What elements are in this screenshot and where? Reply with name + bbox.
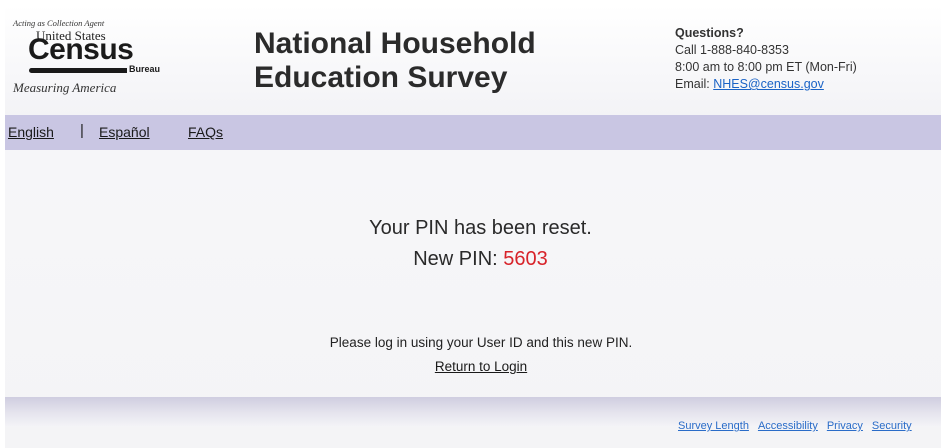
- logo-bureau: Bureau: [129, 64, 161, 74]
- contact-info: Questions? Call 1-888-840-8353 8:00 am t…: [675, 25, 935, 93]
- nav-separator: |: [80, 122, 84, 139]
- footer-privacy-link[interactable]: Privacy: [827, 420, 863, 432]
- page-title: National Household Education Survey: [254, 27, 614, 95]
- return-row: Return to Login: [5, 359, 941, 374]
- title-line-2: Education Survey: [254, 61, 508, 94]
- logo-tagline: Measuring America: [13, 80, 117, 95]
- contact-email-row: Email: NHES@census.gov: [675, 76, 935, 93]
- footer-security-link[interactable]: Security: [872, 420, 912, 432]
- nav-faqs-link[interactable]: FAQs: [188, 124, 223, 140]
- logo-acting-text: Acting as Collection Agent: [13, 18, 105, 28]
- questions-heading: Questions?: [675, 26, 744, 40]
- email-label: Email:: [675, 77, 714, 91]
- new-pin-value: 5603: [503, 248, 548, 270]
- reset-message: Your PIN has been reset.: [369, 217, 592, 239]
- title-line-1: National Household: [254, 27, 536, 60]
- logo-bar: [29, 68, 127, 73]
- return-to-login-link[interactable]: Return to Login: [435, 359, 527, 374]
- contact-hours: 8:00 am to 8:00 pm ET (Mon-Fri): [675, 60, 857, 74]
- census-logo[interactable]: Acting as Collection Agent United States…: [13, 18, 193, 108]
- footer-bar: Survey Length Accessibility Privacy Securit…: [5, 397, 941, 432]
- new-pin-row: New PIN: 5603: [5, 248, 941, 271]
- nav-espanol-link[interactable]: Español: [99, 124, 150, 140]
- footer-survey-length-link[interactable]: Survey Length: [678, 420, 749, 432]
- language-nav: English | Español FAQs: [5, 115, 941, 150]
- new-pin-label: New PIN:: [413, 248, 504, 270]
- contact-phone: Call 1-888-840-8353: [675, 43, 789, 57]
- logo-census-wordmark: Census: [28, 33, 134, 66]
- login-instruction: Please log in using your User ID and thi…: [329, 335, 633, 350]
- footer-links: Survey Length Accessibility Privacy Securit…: [678, 420, 921, 432]
- footer-accessibility-link[interactable]: Accessibility: [758, 420, 818, 432]
- page: Acting as Collection Agent United States…: [5, 5, 941, 448]
- email-link[interactable]: NHES@census.gov: [713, 77, 824, 91]
- header: Acting as Collection Agent United States…: [5, 5, 941, 115]
- nav-english-link[interactable]: English: [8, 124, 54, 140]
